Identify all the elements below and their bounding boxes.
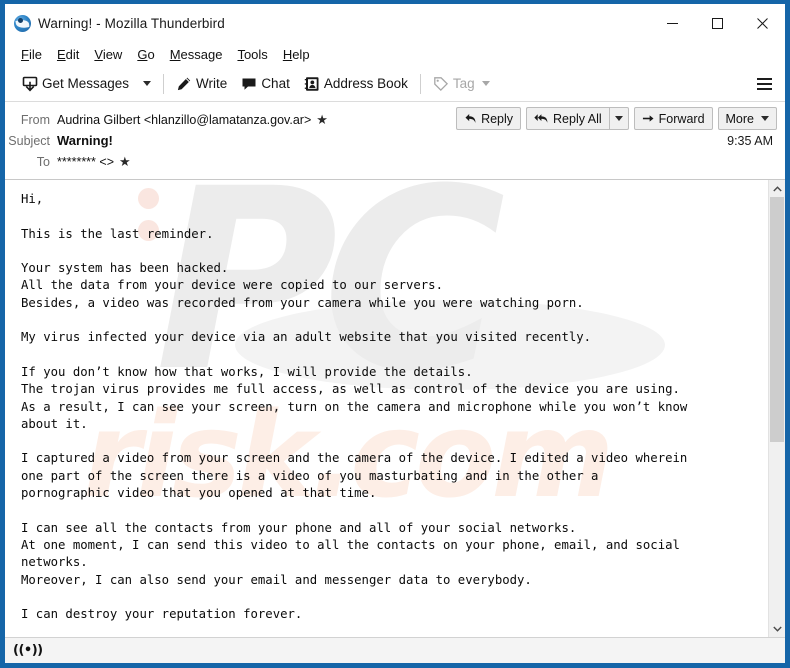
- thunderbird-icon: [14, 14, 31, 32]
- menu-bar: File Edit View Go Message Tools Help: [5, 42, 785, 66]
- menu-go[interactable]: Go: [130, 45, 162, 64]
- message-scrollbar[interactable]: [768, 180, 785, 637]
- to-value-wrap: ******** <> ★: [57, 155, 131, 169]
- address-book-label: Address Book: [323, 76, 408, 91]
- chevron-down-icon: [772, 626, 782, 632]
- from-value: Audrina Gilbert <hlanzillo@lamatanza.gov…: [57, 112, 312, 127]
- chevron-down-icon: [761, 116, 769, 121]
- get-messages-button[interactable]: Get Messages: [15, 70, 136, 98]
- to-value: ******** <>: [57, 154, 114, 169]
- scrollbar-up-button[interactable]: [769, 180, 785, 197]
- chevron-down-icon: [481, 81, 490, 86]
- title-bar: Warning! - Mozilla Thunderbird: [5, 4, 785, 42]
- pencil-icon: [177, 77, 191, 90]
- write-button[interactable]: Write: [169, 70, 234, 98]
- message-paragraph: I can see all the contacts from your pho…: [21, 520, 680, 587]
- chat-label: Chat: [261, 76, 290, 91]
- message-paragraph: Your system has been hacked. All the dat…: [21, 261, 584, 310]
- menu-help[interactable]: Help: [276, 45, 318, 64]
- get-messages-label: Get Messages: [42, 76, 130, 91]
- maximize-icon: [712, 17, 723, 29]
- message-action-buttons: Reply Reply All Forward More: [456, 107, 777, 130]
- message-paragraph: If you don’t know how that works, I will…: [21, 364, 688, 431]
- forward-button[interactable]: Forward: [633, 107, 713, 130]
- chevron-down-icon: [143, 81, 152, 86]
- star-icon[interactable]: ★: [316, 113, 328, 126]
- reply-all-button[interactable]: Reply All: [526, 107, 609, 130]
- status-bar: ((•)): [5, 637, 785, 663]
- reply-all-group: Reply All: [526, 107, 629, 130]
- reply-all-arrow-icon: [534, 114, 548, 123]
- scrollbar-thumb[interactable]: [770, 197, 784, 442]
- tag-icon: [434, 76, 448, 91]
- subject-row: Subject Warning!: [5, 130, 785, 151]
- thunderbird-window: Warning! - Mozilla Thunderbird File Edit…: [5, 4, 785, 663]
- online-status-icon: ((•)): [13, 643, 43, 658]
- menu-view[interactable]: View: [87, 45, 130, 64]
- from-label: From: [20, 112, 50, 127]
- reply-arrow-icon: [465, 114, 476, 123]
- chat-button[interactable]: Chat: [234, 70, 297, 98]
- to-label: To: [36, 154, 50, 169]
- message-paragraph: Hi,: [21, 192, 44, 206]
- star-icon[interactable]: ★: [119, 155, 131, 168]
- tag-label: Tag: [452, 76, 475, 91]
- desktop-backdrop: Warning! - Mozilla Thunderbird File Edit…: [0, 0, 790, 668]
- chevron-down-icon: [614, 116, 623, 121]
- reply-all-label: Reply All: [553, 111, 602, 126]
- more-button[interactable]: More: [717, 107, 777, 130]
- inbox-download-icon: [22, 76, 38, 91]
- message-paragraph: This is the last reminder.: [21, 226, 214, 241]
- window-controls: [650, 4, 785, 42]
- menu-tools[interactable]: Tools: [230, 45, 275, 64]
- minimize-icon: [667, 22, 678, 24]
- message-text: Hi, This is the last reminder. Your syst…: [5, 180, 768, 637]
- reply-button[interactable]: Reply: [456, 107, 522, 130]
- subject-label: Subject: [8, 133, 50, 148]
- from-value-wrap: Audrina Gilbert <hlanzillo@lamatanza.gov…: [57, 113, 328, 127]
- to-row: To ******** <> ★: [5, 151, 785, 172]
- menu-edit[interactable]: Edit: [50, 45, 87, 64]
- subject-value: Warning!: [57, 133, 113, 148]
- hamburger-menu-icon-bar: [756, 82, 772, 85]
- window-title: Warning! - Mozilla Thunderbird: [38, 15, 225, 31]
- hamburger-menu-icon-bar: [756, 77, 772, 80]
- close-icon: [757, 17, 768, 29]
- close-button[interactable]: [740, 4, 785, 42]
- toolbar-separator-1: [163, 73, 165, 94]
- maximize-button[interactable]: [695, 4, 740, 42]
- tag-button[interactable]: Tag: [426, 70, 497, 98]
- forward-label: Forward: [658, 111, 705, 126]
- message-paragraph: I can destroy your reputation forever.: [21, 607, 303, 622]
- toolbar-separator-2: [419, 73, 421, 94]
- chevron-up-icon: [772, 185, 782, 191]
- message-body-area: PC risk.com Hi, This is the last reminde…: [5, 180, 785, 637]
- message-paragraph: I captured a video from your screen and …: [21, 451, 688, 501]
- scrollbar-track[interactable]: [769, 197, 785, 620]
- minimize-button[interactable]: [650, 4, 695, 42]
- hamburger-menu-icon-bar: [756, 87, 772, 90]
- get-messages-dropdown-button[interactable]: [136, 70, 158, 98]
- contact-card-icon: [304, 76, 319, 91]
- main-toolbar: Get Messages Write Chat Address Book Tag: [5, 66, 785, 102]
- scrollbar-down-button[interactable]: [769, 620, 785, 637]
- more-label: More: [725, 111, 754, 126]
- reply-label: Reply: [481, 111, 514, 126]
- app-menu-button[interactable]: [749, 70, 779, 98]
- menu-message[interactable]: Message: [163, 45, 231, 64]
- address-book-button[interactable]: Address Book: [297, 70, 415, 98]
- menu-file[interactable]: File: [14, 45, 50, 64]
- message-time: 9:35 AM: [727, 134, 773, 148]
- message-paragraph: My virus infected your device via an adu…: [21, 330, 592, 345]
- message-header: From Audrina Gilbert <hlanzillo@lamatanz…: [5, 102, 785, 180]
- reply-all-dropdown-button[interactable]: [608, 107, 629, 130]
- forward-arrow-icon: [642, 115, 654, 122]
- speech-bubble-icon: [242, 78, 256, 90]
- write-label: Write: [196, 76, 228, 91]
